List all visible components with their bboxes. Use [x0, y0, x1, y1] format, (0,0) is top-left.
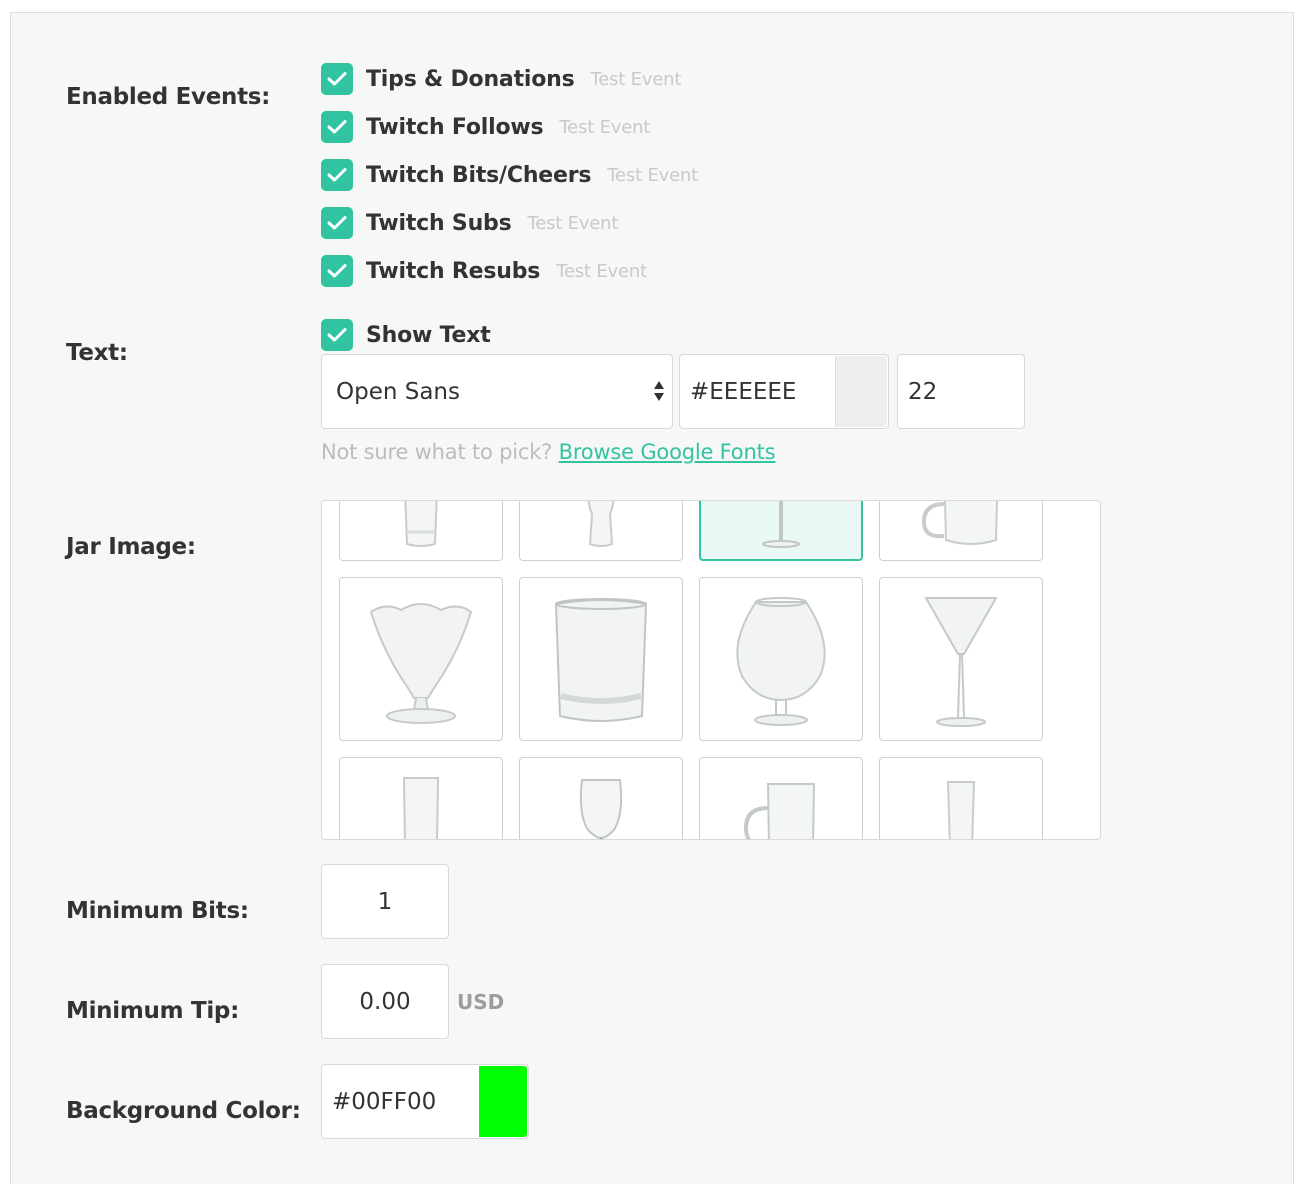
event-label: Tips & Donations: [366, 66, 575, 92]
sundae-glass-icon: [369, 603, 473, 724]
tips-checkbox[interactable]: [321, 63, 353, 95]
font-hint-text: Not sure what to pick?: [321, 440, 553, 464]
background-color-label: Background Color:: [66, 1098, 301, 1124]
browse-google-fonts-link[interactable]: Browse Google Fonts: [559, 440, 776, 464]
check-icon: [327, 72, 347, 86]
check-icon: [327, 168, 347, 182]
subs-checkbox[interactable]: [321, 207, 353, 239]
minimum-tip-value: 0.00: [359, 988, 411, 1015]
font-select[interactable]: Open Sans: [321, 354, 673, 429]
event-label: Twitch Resubs: [366, 258, 541, 284]
font-size-value: 22: [908, 378, 938, 405]
check-icon: [327, 264, 347, 278]
event-row-bits: Twitch Bits/Cheers Test Event: [321, 159, 698, 191]
event-label: Twitch Bits/Cheers: [366, 162, 592, 188]
test-event-link[interactable]: Test Event: [607, 165, 698, 186]
show-text-checkbox[interactable]: [321, 319, 353, 351]
select-arrows-icon: [654, 381, 664, 401]
minimum-tip-input[interactable]: 0.00: [321, 964, 449, 1039]
test-event-link[interactable]: Test Event: [559, 117, 650, 138]
pint-glass-icon: [587, 501, 615, 547]
check-icon: [327, 328, 347, 342]
jar-tile-pint[interactable]: [519, 501, 683, 561]
event-row-resubs: Twitch Resubs Test Event: [321, 255, 647, 287]
event-row-tips: Tips & Donations Test Event: [321, 63, 681, 95]
goblet-glass-icon: [579, 779, 623, 839]
event-row-follows: Twitch Follows Test Event: [321, 111, 650, 143]
glass-mug-icon: [743, 783, 816, 839]
font-size-input[interactable]: 22: [897, 354, 1025, 429]
resubs-checkbox[interactable]: [321, 255, 353, 287]
jar-tile-highball[interactable]: [339, 757, 503, 839]
tumbler-glass-icon: [404, 501, 438, 547]
brandy-snifter-icon: [736, 597, 826, 726]
martini-glass-icon: [924, 597, 998, 727]
enabled-events-label: Enabled Events:: [66, 84, 271, 110]
jar-image-label: Jar Image:: [66, 534, 196, 560]
font-select-value: Open Sans: [336, 378, 460, 405]
pilsner-glass-icon: [946, 781, 976, 839]
jar-tile-tumbler[interactable]: [339, 501, 503, 561]
text-color-input[interactable]: #EEEEEE: [679, 354, 889, 429]
test-event-link[interactable]: Test Event: [591, 69, 682, 90]
event-label: Twitch Follows: [366, 114, 544, 140]
jar-tile-martini[interactable]: [879, 577, 1043, 741]
background-color-input[interactable]: #00FF00: [321, 1064, 529, 1139]
follows-checkbox[interactable]: [321, 111, 353, 143]
wine-glass-icon: [762, 501, 800, 548]
minimum-bits-label: Minimum Bits:: [66, 898, 249, 924]
text-label: Text:: [66, 340, 128, 366]
jar-tile-mug[interactable]: [879, 501, 1043, 561]
bits-checkbox[interactable]: [321, 159, 353, 191]
check-icon: [327, 120, 347, 134]
minimum-bits-input[interactable]: 1: [321, 864, 449, 939]
show-text-row: Show Text: [321, 319, 491, 351]
minimum-bits-value: 1: [377, 888, 393, 915]
text-color-swatch[interactable]: [835, 356, 887, 427]
font-hint: Not sure what to pick? Browse Google Fon…: [321, 440, 776, 464]
jar-tile-sundae[interactable]: [339, 577, 503, 741]
show-text-label: Show Text: [366, 322, 491, 348]
highball-glass-icon: [402, 777, 440, 839]
jar-tile-wine[interactable]: [699, 501, 863, 561]
currency-label: USD: [457, 990, 505, 1014]
background-color-swatch[interactable]: [479, 1066, 527, 1137]
event-row-subs: Twitch Subs Test Event: [321, 207, 618, 239]
jar-tile-glass-mug[interactable]: [699, 757, 863, 839]
background-color-value: #00FF00: [332, 1088, 437, 1115]
event-label: Twitch Subs: [366, 210, 512, 236]
jar-image-grid[interactable]: [321, 500, 1101, 840]
test-event-link[interactable]: Test Event: [556, 261, 647, 282]
check-icon: [327, 216, 347, 230]
test-event-link[interactable]: Test Event: [527, 213, 618, 234]
minimum-tip-label: Minimum Tip:: [66, 998, 239, 1024]
rocks-glass-icon: [554, 598, 648, 722]
jar-tile-snifter[interactable]: [699, 577, 863, 741]
beer-mug-icon: [921, 501, 999, 545]
jar-tile-goblet[interactable]: [519, 757, 683, 839]
jar-tile-rocks[interactable]: [519, 577, 683, 741]
jar-tile-pilsner[interactable]: [879, 757, 1043, 839]
text-color-value: #EEEEEE: [690, 378, 797, 405]
